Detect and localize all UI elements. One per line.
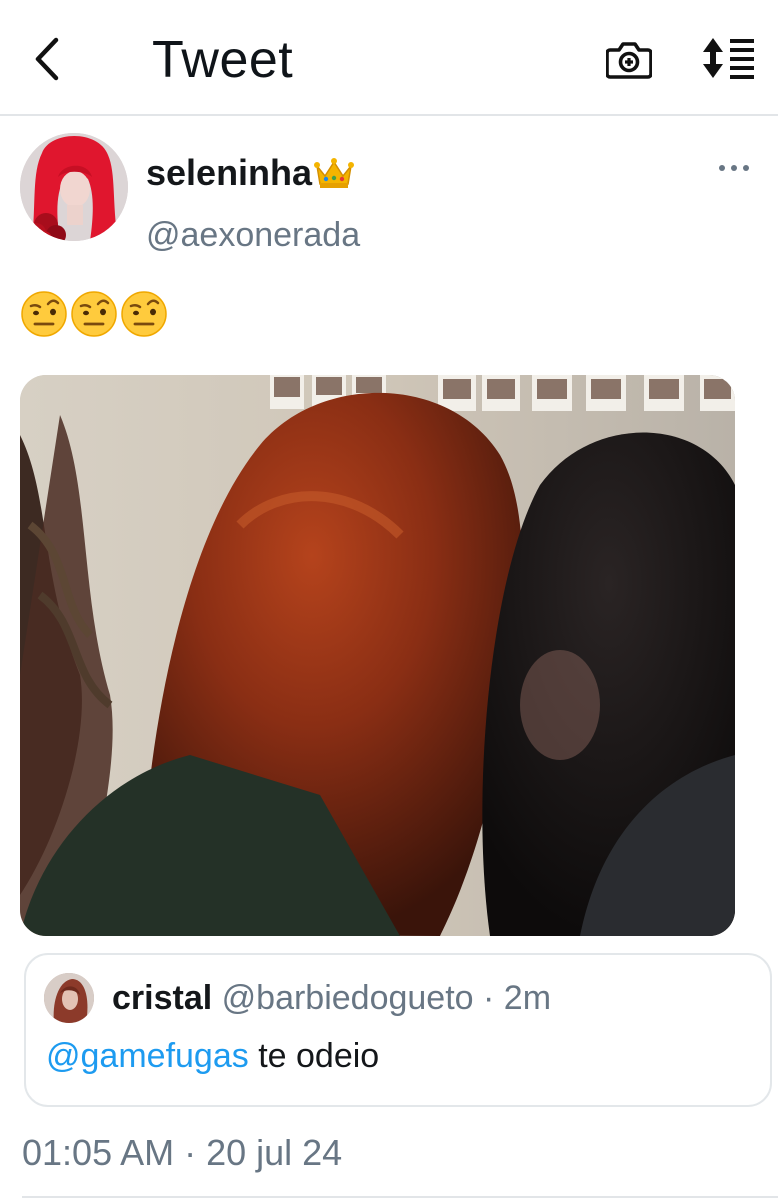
face-with-raised-eyebrow-icon: [21, 291, 67, 337]
camera-plus-icon: [605, 42, 653, 79]
mention-link[interactable]: @gamefugas: [46, 1037, 249, 1075]
quoted-header: cristal @barbiedogueto · 2m: [112, 979, 551, 1018]
tweet-timestamp: 01:05 AM · 20 jul 24: [22, 1132, 343, 1173]
divider: [22, 1196, 778, 1198]
quoted-author-avatar[interactable]: [44, 973, 94, 1023]
crown-icon: [314, 158, 355, 188]
face-with-raised-eyebrow-icon: [121, 291, 167, 337]
quoted-author-handle[interactable]: @barbiedogueto: [222, 979, 474, 1017]
quoted-text: @gamefugas te odeio: [46, 1037, 379, 1076]
chevron-left-icon: [35, 37, 59, 81]
more-dots-icon: [719, 165, 749, 171]
avatar-image: [20, 133, 128, 241]
top-bar: Tweet: [0, 0, 778, 116]
author-name-text: seleninha: [146, 152, 313, 193]
sort-list-icon: [703, 38, 754, 79]
photo-image: [20, 375, 735, 936]
author-handle[interactable]: @aexonerada: [146, 216, 360, 255]
tweet-text: [20, 290, 168, 342]
camera-button[interactable]: [605, 38, 653, 80]
page-title: Tweet: [152, 31, 294, 89]
more-options-button[interactable]: [716, 160, 752, 176]
tweet-photo[interactable]: [20, 375, 735, 936]
quoted-age: · 2m: [473, 979, 552, 1017]
author-display-name[interactable]: seleninha: [146, 152, 355, 194]
quoted-text-body: te odeio: [248, 1037, 380, 1075]
sort-timeline-button[interactable]: [700, 36, 756, 80]
quoted-tweet[interactable]: cristal @barbiedogueto · 2m @gamefugas t…: [24, 953, 772, 1107]
face-with-raised-eyebrow-icon: [71, 291, 117, 337]
quoted-author-name[interactable]: cristal: [112, 979, 212, 1017]
author-avatar[interactable]: [20, 133, 128, 241]
back-button[interactable]: [28, 34, 68, 84]
quoted-avatar-image: [44, 973, 94, 1023]
